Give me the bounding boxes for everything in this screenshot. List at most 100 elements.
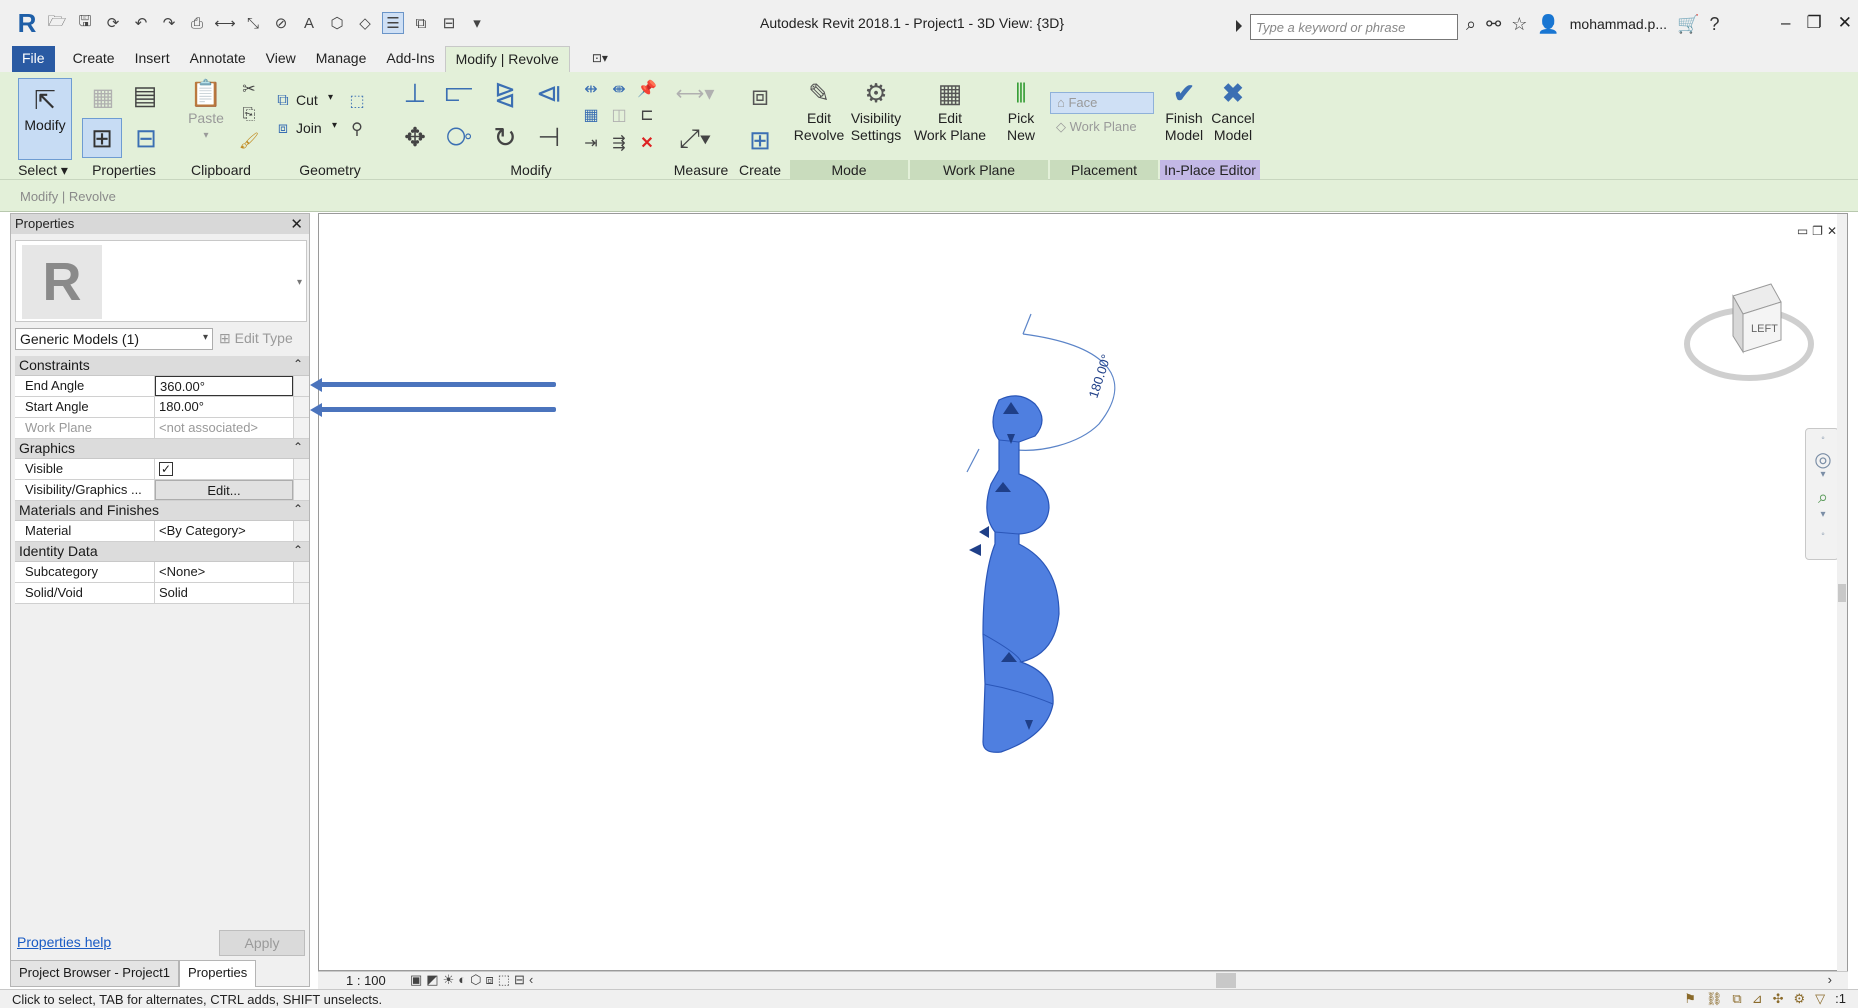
trim-multiple-icon[interactable]: ⇶ <box>608 132 630 154</box>
steering-wheel-icon[interactable]: ◎ <box>1812 447 1834 471</box>
sync-icon[interactable]: ⟳ <box>102 12 124 34</box>
move-icon[interactable]: ✥ <box>398 120 432 154</box>
edit-revolve-button[interactable]: ✎ Edit Revolve <box>792 76 846 144</box>
3d-view-icon[interactable]: ⬡ <box>326 12 348 34</box>
cancel-model-button[interactable]: ✖ Cancel Model <box>1208 76 1258 144</box>
join-geometry-icon[interactable]: ⧈ <box>272 118 294 140</box>
chevron-down-icon[interactable]: ▾ <box>297 277 302 288</box>
tab-create[interactable]: Create <box>63 46 125 72</box>
category-identity[interactable]: Identity Data ⌃ <box>15 542 309 562</box>
help-icon[interactable]: ? <box>1709 14 1719 35</box>
join-dropdown-icon[interactable]: ▾ <box>332 120 337 131</box>
close-icon[interactable]: ✕ <box>290 215 303 233</box>
select-links-icon[interactable]: ⛓ <box>1706 991 1723 1007</box>
user-name[interactable]: mohammad.p... <box>1570 16 1667 32</box>
collapse-icon[interactable]: ⌃ <box>293 502 303 516</box>
filter-icon[interactable]: ▽ <box>1815 991 1825 1007</box>
tab-insert[interactable]: Insert <box>125 46 180 72</box>
offset-icon[interactable]: ⫍ <box>442 76 476 110</box>
edit-work-plane-button[interactable]: ▦ Edit Work Plane <box>912 76 988 144</box>
aligned-dimension-icon[interactable]: ⤢▾ <box>672 122 718 156</box>
binoculars-icon[interactable]: ⌕ <box>1466 14 1476 35</box>
split-face-icon[interactable]: ⚲ <box>346 118 368 140</box>
work-plane-placement-button[interactable]: ◇ Work Plane <box>1050 117 1154 139</box>
split-gap-icon[interactable]: ⇼ <box>608 78 630 100</box>
favorites-star-icon[interactable]: ☆ <box>1511 14 1527 35</box>
tab-properties[interactable]: Properties <box>179 960 257 987</box>
text-icon[interactable]: A <box>298 12 320 34</box>
3d-view-canvas[interactable]: ▭ ❐ ✕ 180.00° LEFT ◦ ◎ ▾ ⌕ ▾ ◦ <box>318 213 1848 972</box>
ribbon-display-toggle-icon[interactable]: ⊡▾ <box>570 46 620 72</box>
user-icon[interactable]: 👤 <box>1537 14 1559 35</box>
properties-header[interactable]: Properties ✕ <box>11 214 309 234</box>
close-hidden-icon[interactable]: ⧉ <box>410 12 432 34</box>
visual-style-icon[interactable]: ◩ <box>426 972 438 988</box>
mirror-draw-axis-icon[interactable]: ⧏ <box>532 76 566 110</box>
viewcube[interactable]: LEFT <box>1684 283 1814 381</box>
switch-windows-icon[interactable]: ⊟ <box>438 12 460 34</box>
family-category-icon[interactable]: ⊟ <box>128 120 164 156</box>
cut-scissors-icon[interactable]: ✂ <box>238 78 260 100</box>
customize-qat-icon[interactable]: ▾ <box>466 12 488 34</box>
collapse-icon[interactable]: ⌃ <box>293 357 303 371</box>
type-preview[interactable]: R ▾ <box>15 240 307 322</box>
join-geometry-label[interactable]: Join <box>296 120 322 136</box>
dimension-icon[interactable]: ⤡ <box>242 12 264 34</box>
measure-between-icon[interactable]: ⟷▾ <box>672 82 718 105</box>
category-materials[interactable]: Materials and Finishes ⌃ <box>15 501 309 521</box>
collapse-icon[interactable]: ⌃ <box>293 440 303 454</box>
cut-geometry-label[interactable]: Cut <box>296 92 318 108</box>
cart-icon[interactable]: 🛒 <box>1677 14 1699 35</box>
visible-checkbox[interactable]: ✓ <box>159 462 173 476</box>
panel-select[interactable]: Select ▾ <box>10 160 76 180</box>
modify-button[interactable]: ⇱ Modify <box>18 78 72 160</box>
revit-app-icon[interactable]: R <box>14 8 40 39</box>
drag-elements-icon[interactable]: ⚙ <box>1794 991 1806 1007</box>
mirror-pick-axis-icon[interactable]: ⧎ <box>488 76 522 110</box>
sun-path-icon[interactable]: ☀ <box>443 972 455 988</box>
tab-annotate[interactable]: Annotate <box>180 46 256 72</box>
crop-view-icon[interactable]: ⧈ <box>485 972 493 988</box>
cut-dropdown-icon[interactable]: ▾ <box>328 92 333 103</box>
visibility-settings-button[interactable]: ⚙ Visibility Settings <box>848 76 904 144</box>
tag-icon[interactable]: ⊘ <box>270 12 292 34</box>
match-type-icon[interactable]: 🖌 <box>238 130 260 152</box>
scroll-right-icon[interactable]: › <box>1828 972 1832 987</box>
tab-project-browser[interactable]: Project Browser - Project1 <box>10 960 179 987</box>
arc-dimension-label[interactable]: 180.00° <box>1086 353 1114 400</box>
navbar-options-icon[interactable]: ◦ <box>1812 529 1834 551</box>
trim-extend-icon[interactable]: ⊣ <box>532 120 566 154</box>
horizontal-scroll-thumb[interactable] <box>1216 973 1236 988</box>
tab-add-ins[interactable]: Add-Ins <box>376 46 444 72</box>
category-constraints[interactable]: Constraints ⌃ <box>15 356 309 376</box>
render-icon[interactable]: ⬡ <box>470 972 481 988</box>
print-icon[interactable]: ⎙ <box>186 12 208 34</box>
vertical-scrollbar[interactable] <box>1837 214 1847 972</box>
select-pinned-icon[interactable]: ⊿ <box>1752 991 1763 1007</box>
subcategory-value[interactable]: <None> <box>155 562 293 582</box>
create-group-icon[interactable]: ⧈ <box>740 76 780 116</box>
copy-element-icon[interactable]: ⧂ <box>442 120 476 154</box>
shadows-icon[interactable]: ◐ <box>458 972 466 988</box>
tab-view[interactable]: View <box>256 46 306 72</box>
unpin-icon[interactable]: ⊏ <box>636 104 658 126</box>
type-selector-dropdown[interactable]: Generic Models (1) ▾ <box>15 328 213 350</box>
align-icon[interactable]: ⊥ <box>398 76 432 110</box>
search-expand-icon[interactable] <box>1236 20 1242 32</box>
zoom-icon[interactable]: ⌕ <box>1812 487 1834 509</box>
search-input[interactable]: Type a keyword or phrase <box>1250 14 1458 40</box>
chevron-down-icon[interactable]: ▾ <box>1812 509 1834 531</box>
measure-qat-icon[interactable]: ⟷ <box>214 12 236 34</box>
worksets-icon[interactable]: ⚑ <box>1684 991 1696 1007</box>
restore-icon[interactable]: ❐ <box>1807 13 1822 33</box>
trim-single-icon[interactable]: ⇥ <box>580 132 602 154</box>
tab-manage[interactable]: Manage <box>306 46 377 72</box>
material-value[interactable]: <By Category> <box>155 521 293 541</box>
thin-lines-icon[interactable]: ☰ <box>382 12 404 34</box>
edit-type-button[interactable]: ⊞ Edit Type <box>219 330 293 347</box>
select-by-face-icon[interactable]: ✣ <box>1773 991 1784 1007</box>
family-types-icon[interactable]: ▤ <box>128 78 162 112</box>
open-icon[interactable]: 🗁 <box>46 12 68 34</box>
cut-geometry-icon[interactable]: ⧉ <box>272 90 294 112</box>
properties-toggle-icon[interactable]: ⊞ <box>82 118 122 158</box>
